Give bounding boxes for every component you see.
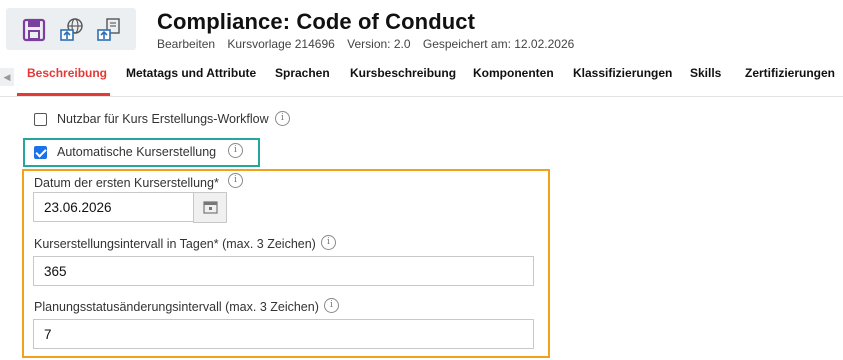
page-title: Compliance: Code of Conduct [157, 9, 476, 34]
publish-upload-icon[interactable] [96, 17, 122, 43]
meta-template: Kursvorlage 214696 [227, 37, 335, 51]
scroll-left-icon[interactable]: ◀ [0, 68, 14, 86]
planung-label: Planungsstatusänderungsintervall (max. 3… [34, 300, 319, 314]
nutzbar-label: Nutzbar für Kurs Erstellungs-Workflow [57, 112, 269, 126]
tab-kursbeschreibung[interactable]: Kursbeschreibung [350, 66, 456, 80]
tab-beschreibung[interactable]: Beschreibung [27, 66, 107, 80]
automatisch-info-icon[interactable]: i [228, 143, 243, 158]
automatisch-label: Automatische Kurserstellung [57, 145, 217, 159]
tab-klassifizierungen[interactable]: Klassifizierungen [573, 66, 672, 80]
meta-mode: Bearbeiten [157, 37, 216, 51]
nutzbar-checkbox[interactable] [34, 112, 47, 126]
page-meta: Bearbeiten Kursvorlage 214696 Version: 2… [157, 37, 583, 51]
tab-metatags[interactable]: Metatags und Attribute [126, 66, 256, 80]
intervall-input[interactable] [33, 256, 534, 286]
automatisch-checkbox[interactable] [34, 145, 47, 159]
nutzbar-row: Nutzbar für Kurs Erstellungs-Workflow [34, 110, 269, 128]
save-icon[interactable] [21, 17, 47, 43]
publish-network-icon[interactable] [59, 17, 85, 43]
tab-bar: ◀ Beschreibung Metatags und Attribute Sp… [0, 58, 843, 97]
datum-input[interactable] [33, 192, 194, 222]
intervall-info-icon[interactable]: i [321, 235, 336, 250]
planung-input[interactable] [33, 319, 534, 349]
datum-info-icon[interactable]: i [228, 173, 243, 188]
tab-zertifizierungen[interactable]: Zertifizierungen [745, 66, 835, 80]
meta-version: Version: 2.0 [347, 37, 411, 51]
tab-komponenten[interactable]: Komponenten [473, 66, 554, 80]
toolbar [6, 8, 136, 50]
calendar-icon [203, 201, 218, 214]
tab-sprachen[interactable]: Sprachen [275, 66, 330, 80]
meta-saved: Gespeichert am: 12.02.2026 [422, 37, 575, 51]
tab-skills[interactable]: Skills [690, 66, 721, 80]
automatisch-row: Automatische Kurserstellung [34, 143, 216, 161]
intervall-label: Kurserstellungsintervall in Tagen* (max.… [34, 237, 316, 251]
nutzbar-info-icon[interactable]: i [275, 111, 290, 126]
planung-info-icon[interactable]: i [324, 298, 339, 313]
active-tab-indicator [17, 93, 110, 96]
datum-label: Datum der ersten Kurserstellung* [34, 176, 219, 190]
calendar-button[interactable] [193, 192, 227, 223]
